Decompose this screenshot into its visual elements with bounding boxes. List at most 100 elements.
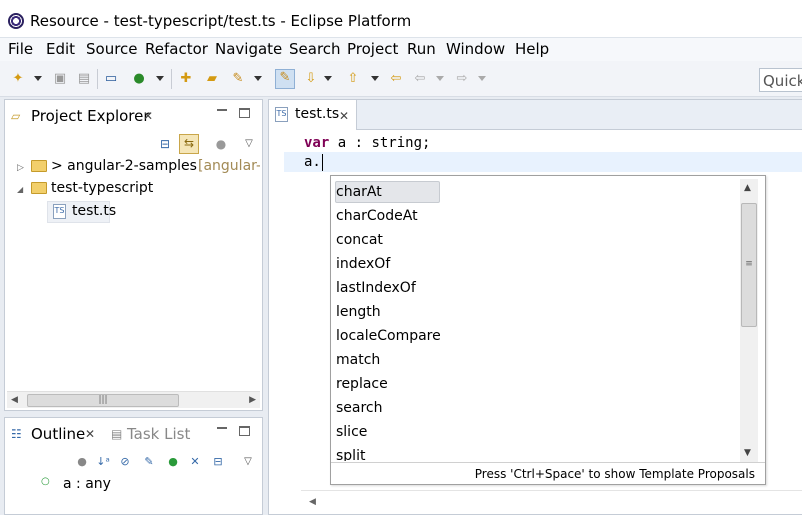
sort-icon[interactable]: ↓ᵃ xyxy=(96,455,110,469)
title-bar: Resource - test-typescript/test.ts - Ecl… xyxy=(0,0,802,38)
scroll-right-icon[interactable]: ▶ xyxy=(249,395,256,405)
tab-outline[interactable]: ☷ Outline xyxy=(5,418,86,450)
proposal-item[interactable]: split xyxy=(335,445,735,461)
minimize-icon[interactable] xyxy=(217,427,227,430)
mark-occurrences-icon[interactable]: ✎ xyxy=(275,69,295,89)
git-decoration: [angular-2-samples master] xyxy=(198,158,260,174)
maximize-icon[interactable] xyxy=(239,108,250,118)
tree-item-label: test.ts xyxy=(72,203,117,219)
code-line-2[interactable]: a. xyxy=(304,154,321,170)
run-dropdown-icon[interactable] xyxy=(156,76,164,81)
menu-window[interactable]: Window xyxy=(446,40,505,58)
tab-project-explorer[interactable]: ▱ Project Explorer xyxy=(5,100,150,132)
project-explorer-horizontal-scrollbar[interactable]: ◀ ||| ▶ xyxy=(7,391,260,408)
quick-access-input[interactable]: Quick Access xyxy=(759,68,802,92)
proposal-item[interactable]: search xyxy=(335,397,735,419)
forward-icon[interactable]: ⇨ xyxy=(454,71,470,87)
proposal-item[interactable]: lastIndexOf xyxy=(335,277,735,299)
menu-navigate[interactable]: Navigate xyxy=(215,40,282,58)
outline-item-label: a : any xyxy=(63,476,111,492)
close-icon[interactable]: ✕ xyxy=(143,109,153,123)
tree-item-angular-2-samples[interactable]: ▷ > angular-2-samples [angular-2-samples… xyxy=(5,157,264,179)
scroll-down-icon[interactable]: ▼ xyxy=(744,448,751,458)
menu-help[interactable]: Help xyxy=(515,40,549,58)
save-all-icon[interactable]: ▤ xyxy=(76,71,92,87)
scroll-left-icon[interactable]: ◀ xyxy=(309,497,316,507)
menu-edit[interactable]: Edit xyxy=(46,40,75,58)
open-folder-icon[interactable]: ▰ xyxy=(204,71,220,87)
menu-project[interactable]: Project xyxy=(347,40,398,58)
proposal-item[interactable]: length xyxy=(335,301,735,323)
open-type-icon[interactable]: ✎ xyxy=(230,71,246,87)
collapsed-twisty-icon[interactable]: ▷ xyxy=(17,163,24,173)
save-icon[interactable]: ▣ xyxy=(52,71,68,87)
task-list-icon: ▤ xyxy=(111,427,123,441)
proposals-scrollbar[interactable]: ▲ ≡ ▼ xyxy=(740,179,758,462)
proposal-item[interactable]: slice xyxy=(335,421,735,443)
next-annotation-icon[interactable]: ⇩ xyxy=(303,71,319,87)
run-icon[interactable]: ● xyxy=(131,71,147,87)
proposal-item[interactable]: concat xyxy=(335,229,735,251)
open-type-dropdown-icon[interactable] xyxy=(254,76,262,81)
proposal-item[interactable]: indexOf xyxy=(335,253,735,275)
maximize-icon[interactable] xyxy=(239,426,250,436)
typescript-file-icon: TS xyxy=(53,204,66,219)
tab-task-list[interactable]: Task List xyxy=(127,425,190,443)
collapse-all-icon[interactable]: ⊟ xyxy=(211,455,225,469)
tree-item-label: test-typescript xyxy=(51,180,154,196)
editor-horizontal-scrollbar[interactable]: ◀ xyxy=(301,490,802,514)
tree-item-test-ts[interactable]: TS test.ts xyxy=(47,201,116,223)
outline-item-a[interactable]: ○ a : any xyxy=(5,475,205,497)
outline-tab-label: Outline xyxy=(31,425,86,443)
minimize-icon[interactable] xyxy=(217,109,227,112)
scroll-thumb[interactable]: ||| xyxy=(27,394,179,407)
hide-static-icon[interactable]: ⊘ xyxy=(118,455,132,469)
expanded-twisty-icon[interactable]: ◢ xyxy=(17,185,23,194)
project-explorer-icon: ▱ xyxy=(11,109,21,123)
filter-icon[interactable]: ● xyxy=(213,136,229,152)
proposal-item[interactable]: replace xyxy=(335,373,735,395)
previous-annotation-icon[interactable]: ⇧ xyxy=(345,71,361,87)
hide-non-public-icon[interactable]: ✎ xyxy=(142,455,156,469)
window-title: Resource - test-typescript/test.ts - Ecl… xyxy=(30,12,412,30)
scroll-left-icon[interactable]: ◀ xyxy=(11,395,18,405)
previous-annotation-dropdown-icon[interactable] xyxy=(371,76,379,81)
tab-test-ts[interactable]: TS test.ts ✕ xyxy=(269,100,357,130)
menu-file[interactable]: File xyxy=(8,40,33,58)
view-menu-icon[interactable]: ▽ xyxy=(241,136,257,152)
menu-refactor[interactable]: Refactor xyxy=(145,40,208,58)
proposal-item[interactable]: charCodeAt xyxy=(335,205,735,227)
last-edit-icon[interactable]: ⇦ xyxy=(388,71,404,87)
new-dropdown-icon[interactable] xyxy=(34,76,42,81)
hide-local-types-icon[interactable]: ● xyxy=(166,455,180,469)
new-project-icon[interactable]: ✚ xyxy=(178,71,194,87)
back-dropdown-icon[interactable] xyxy=(436,76,444,81)
variable-icon: ○ xyxy=(41,476,50,487)
proposal-item-selected[interactable]: charAt xyxy=(335,181,440,203)
menu-source[interactable]: Source xyxy=(86,40,138,58)
tree-item-test-typescript[interactable]: ◢ test-typescript xyxy=(5,179,264,201)
forward-dropdown-icon[interactable] xyxy=(478,76,486,81)
close-icon[interactable]: ✕ xyxy=(339,109,349,123)
proposal-item[interactable]: localeCompare xyxy=(335,325,735,347)
new-icon[interactable]: ✦ xyxy=(10,71,26,87)
scroll-up-icon[interactable]: ▲ xyxy=(744,183,751,193)
view-menu-icon[interactable]: ▽ xyxy=(241,455,255,469)
scroll-thumb[interactable]: ≡ xyxy=(741,203,757,327)
back-icon[interactable]: ⇦ xyxy=(412,71,428,87)
eclipse-icon xyxy=(8,13,24,29)
hide-non-visible-icon[interactable]: ✕ xyxy=(188,455,202,469)
terminal-icon[interactable]: ▭ xyxy=(103,71,119,87)
next-annotation-dropdown-icon[interactable] xyxy=(324,76,332,81)
code-text: a. xyxy=(304,154,321,170)
close-icon[interactable]: ✕ xyxy=(85,427,95,441)
collapse-all-icon[interactable]: ⊟ xyxy=(157,136,173,152)
proposal-item[interactable]: match xyxy=(335,349,735,371)
menu-bar: File Edit Source Refactor Navigate Searc… xyxy=(0,38,802,61)
menu-search[interactable]: Search xyxy=(289,40,341,58)
code-line-1[interactable]: var a : string; xyxy=(304,135,430,151)
menu-run[interactable]: Run xyxy=(407,40,436,58)
link-with-editor-icon[interactable]: ⇆ xyxy=(179,134,199,154)
outline-view: ☷ Outline ✕ ▤ Task List ● ↓ᵃ ⊘ ✎ ● ✕ ⊟ ▽… xyxy=(4,417,263,515)
hide-fields-icon[interactable]: ● xyxy=(75,455,89,469)
